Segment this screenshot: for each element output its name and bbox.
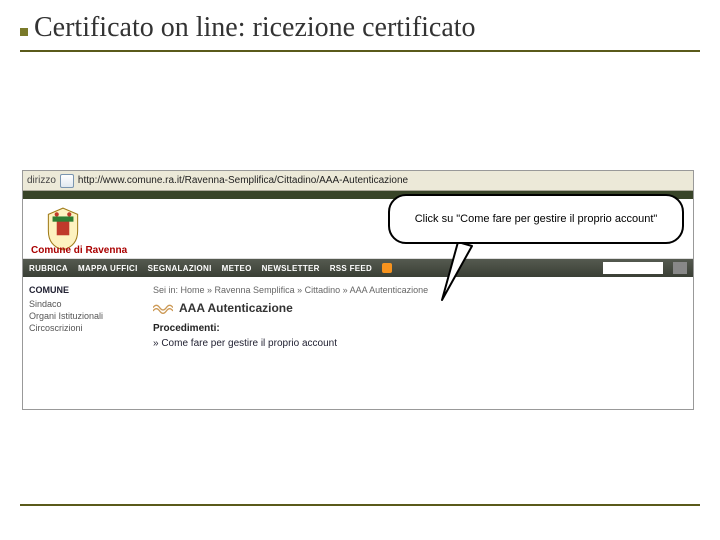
sidebar: COMUNE Sindaco Organi Istituzionali Circ… xyxy=(23,277,143,410)
rss-icon[interactable] xyxy=(382,263,392,273)
nav-mappa-uffici[interactable]: MAPPA UFFICI xyxy=(78,264,138,273)
site-body: COMUNE Sindaco Organi Istituzionali Circ… xyxy=(23,277,693,410)
page-icon xyxy=(60,174,74,188)
link-come-fare[interactable]: » Come fare per gestire il proprio accou… xyxy=(153,338,683,349)
site-brand: Comune di Ravenna xyxy=(31,245,127,256)
sidebar-item-organi[interactable]: Organi Istituzionali xyxy=(29,311,137,321)
slide-title-text: Certificato on line: ricezione certifica… xyxy=(34,12,476,43)
address-url[interactable]: http://www.comune.ra.it/Ravenna-Semplifi… xyxy=(78,175,408,186)
site-navbar: RUBRICA MAPPA UFFICI SEGNALAZIONI METEO … xyxy=(23,259,693,277)
page-heading-text: AAA Autenticazione xyxy=(179,301,293,315)
browser-address-bar: dirizzo http://www.comune.ra.it/Ravenna-… xyxy=(23,171,693,191)
procedimenti-label: Procedimenti: xyxy=(153,323,683,334)
nav-newsletter[interactable]: NEWSLETTER xyxy=(262,264,320,273)
address-label: dirizzo xyxy=(27,175,56,186)
callout-text: Click su "Come fare per gestire il propr… xyxy=(415,213,658,225)
search-input[interactable] xyxy=(603,262,663,274)
breadcrumb: Sei in: Home » Ravenna Semplifica » Citt… xyxy=(153,285,683,295)
nav-segnalazioni[interactable]: SEGNALAZIONI xyxy=(148,264,212,273)
sidebar-head-comune: COMUNE xyxy=(29,285,137,295)
slide-footer-divider xyxy=(20,504,700,506)
page-heading: AAA Autenticazione xyxy=(153,301,683,315)
nav-meteo[interactable]: METEO xyxy=(222,264,252,273)
sidebar-item-sindaco[interactable]: Sindaco xyxy=(29,299,137,309)
wavy-icon xyxy=(153,303,173,313)
nav-rss-feed[interactable]: RSS FEED xyxy=(330,264,372,273)
title-bullet-icon xyxy=(20,28,28,36)
main-content: Sei in: Home » Ravenna Semplifica » Citt… xyxy=(143,277,693,410)
nav-rubrica[interactable]: RUBRICA xyxy=(29,264,68,273)
callout-bubble: Click su "Come fare per gestire il propr… xyxy=(388,194,684,244)
sidebar-item-circoscrizioni[interactable]: Circoscrizioni xyxy=(29,323,137,333)
search-button[interactable] xyxy=(673,262,687,274)
slide-title: Certificato on line: ricezione certifica… xyxy=(20,12,700,52)
callout-tail-icon xyxy=(438,242,478,302)
